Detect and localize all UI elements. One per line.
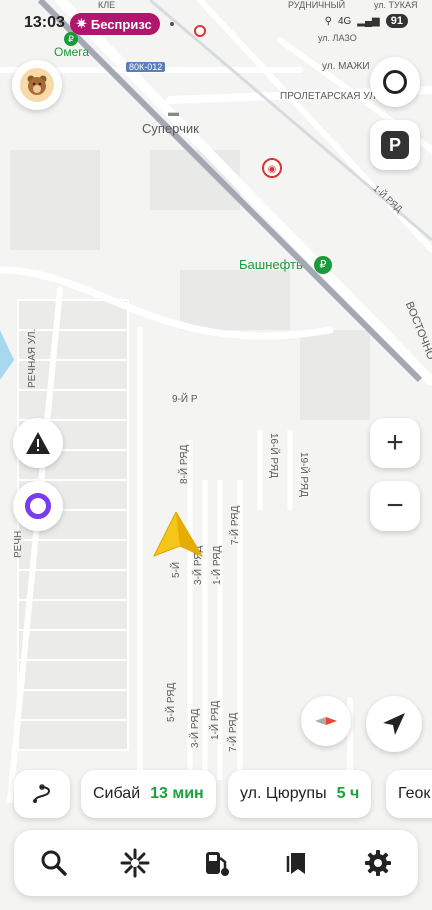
plus-icon: + [386, 426, 404, 459]
user-location-arrow-icon [152, 512, 204, 558]
gear-icon [364, 850, 391, 876]
route-chip-geok[interactable]: Геок [386, 770, 432, 818]
route-eta: 13 мин [150, 785, 204, 802]
status-dot [170, 22, 174, 26]
poi-superchik-label[interactable]: Суперчик [142, 121, 199, 136]
street-r5b: 5-Й РЯД [166, 682, 177, 722]
search-icon [41, 850, 68, 876]
bottom-tab-bar [14, 830, 418, 896]
street-r19: 19-Й РЯД [298, 452, 309, 497]
tab-fuel[interactable] [192, 839, 240, 887]
zoom-out-button[interactable]: − [370, 481, 420, 531]
speed-camera-icon[interactable]: ◉ [262, 158, 282, 178]
tab-bookmarks[interactable] [273, 839, 321, 887]
parking-icon: P [381, 131, 409, 159]
minus-icon: − [386, 489, 404, 522]
street-r7b: 7-Й РЯД [228, 712, 239, 752]
zoom-in-button[interactable]: + [370, 418, 420, 468]
compass-icon [315, 717, 337, 725]
sparkle-icon: ✷ [76, 16, 87, 31]
sparkle-burst-icon [120, 848, 150, 878]
street-lazo: ул. ЛАЗО [318, 33, 357, 43]
status-time: 13:03 [24, 14, 65, 31]
avatar [20, 68, 54, 102]
alice-button[interactable] [13, 481, 63, 531]
location-pin-icon: ⚲ [324, 15, 332, 27]
street-r1b: 1-Й РЯД [210, 700, 221, 740]
ad-pill-label: Беспризс [90, 16, 152, 32]
street-r3b: 3-Й РЯД [190, 708, 201, 748]
route-settings-chip[interactable] [14, 770, 70, 818]
street-r8: 8-Й РЯД [179, 444, 190, 484]
battery-badge: 91 [385, 14, 408, 28]
layers-circle-icon [383, 70, 407, 94]
alice-icon [25, 493, 51, 519]
parking-button[interactable]: P [370, 120, 420, 170]
navigation-arrow-icon [383, 713, 405, 735]
street-rechn: РЕЧН [13, 530, 24, 558]
street-tukaya: ул. ТУКАЯ [374, 0, 418, 10]
street-rechnaya: РЕЧНАЯ УЛ. [27, 328, 38, 388]
street-r16: 16-Й РЯД [268, 433, 279, 478]
road-code-label: 80К-012 [126, 62, 166, 72]
ad-pill[interactable]: ✷ Беспризс [70, 13, 160, 35]
bookmarks-icon [286, 853, 305, 874]
street-proletarskaya: ПРОЛЕТАРСКАЯ УЛ [280, 91, 376, 102]
street-kle: КЛЕ [98, 0, 116, 10]
bear-avatar-icon [27, 75, 47, 95]
road-event-button[interactable] [13, 418, 63, 468]
avatar-button[interactable] [12, 60, 62, 110]
my-location-button[interactable] [366, 696, 422, 752]
street-rudnichny: РУДНИЧНЫЙ [288, 0, 346, 10]
street-r5a: 5-Й [171, 561, 182, 578]
route-dest: Сибай [93, 785, 141, 802]
speed-camera-small-icon[interactable] [194, 25, 206, 37]
poi-bashneft-label[interactable]: Башнефть [239, 257, 303, 272]
route-chip-sibai[interactable]: Сибай 13 мин [81, 770, 216, 818]
poi-omega-label[interactable]: Омега [54, 45, 89, 59]
route-dest: ул. Цюрупы [240, 785, 327, 802]
network-label: 4G [337, 15, 352, 27]
signal-icon: ▂▄▆ [357, 15, 380, 27]
tab-settings[interactable] [354, 839, 402, 887]
street-mazhi: ул. МАЖИ [322, 61, 370, 72]
street-r7a: 7-Й РЯД [230, 505, 241, 545]
bed-icon: ▬ [168, 107, 179, 119]
layers-button[interactable] [370, 57, 420, 107]
tab-promo[interactable] [111, 839, 159, 887]
bashneft-gas-icon[interactable]: ₽ [314, 256, 332, 274]
route-eta: 5 ч [336, 785, 360, 802]
street-r1a: 1-Й РЯД [212, 545, 223, 585]
street-r9: 9-Й Р [172, 394, 198, 405]
status-right: ⚲ 4G ▂▄▆ 91 [325, 14, 408, 28]
compass-button[interactable] [301, 696, 351, 746]
route-squiggle-icon [33, 784, 51, 803]
tab-search[interactable] [30, 839, 78, 887]
fuel-pump-icon [205, 852, 229, 876]
route-dest: Геок [398, 785, 431, 802]
route-chip-tsyurupy[interactable]: ул. Цюрупы 5 ч [228, 770, 372, 818]
warning-icon [26, 432, 50, 454]
